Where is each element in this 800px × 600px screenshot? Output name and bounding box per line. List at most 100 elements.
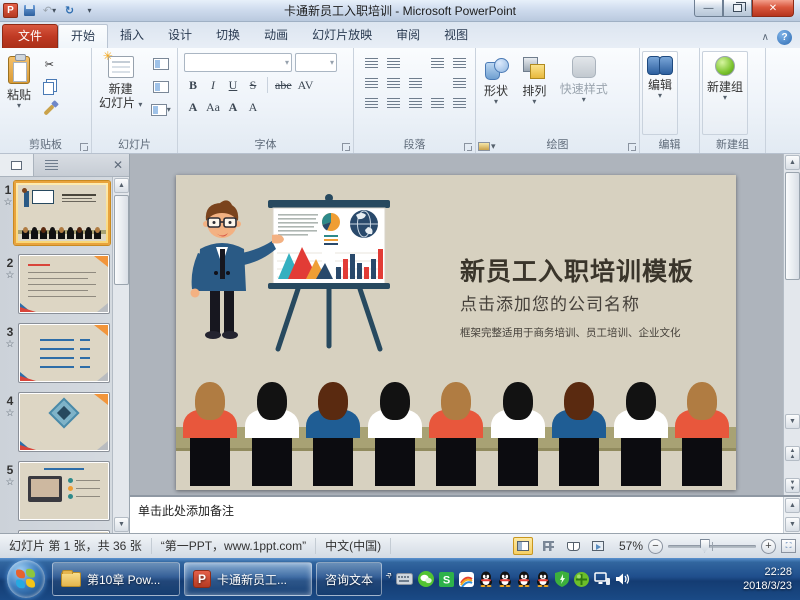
tray-qq-icon[interactable] [517,571,531,587]
notes-scroll-up-icon[interactable]: ▲ [785,498,800,513]
next-slide-button[interactable]: ▼▼ [785,478,800,493]
view-reading-button[interactable] [563,537,583,555]
reset-button[interactable] [151,78,171,96]
new-slide-button[interactable]: 新建 幻灯片 ▾ [94,51,147,135]
font-button-i-1[interactable]: I [204,76,222,94]
tab-幻灯片放映[interactable]: 幻灯片放映 [300,24,384,48]
tray-keyboard-icon[interactable] [396,573,413,585]
taskbar-button-2[interactable]: P卡通新员工... [184,562,312,596]
slide-thumbnail-1[interactable]: 1☆ [2,181,110,245]
help-icon[interactable]: ? [777,30,792,45]
tab-动画[interactable]: 动画 [252,24,300,48]
tray-qq-icon[interactable] [498,571,512,587]
quick-styles-button[interactable]: 快速样式▾ [555,51,613,135]
scroll-down-icon[interactable]: ▼ [114,517,129,532]
fit-to-window-button[interactable]: ⛶ [781,539,796,553]
tab-审阅[interactable]: 审阅 [384,24,432,48]
slide-thumbnail-4[interactable]: 4☆ [2,392,110,452]
tray-qq-icon[interactable] [479,571,493,587]
zoom-slider-thumb[interactable] [700,539,710,553]
slide-thumbnail-3[interactable]: 3☆ [2,323,110,383]
editor-scrollbar-thumb[interactable] [785,172,800,280]
cut-button[interactable]: ✂ [39,55,59,73]
tab-切换[interactable]: 切换 [204,24,252,48]
numbering-button[interactable] [383,54,403,72]
notes-scrollbar[interactable]: ▲ ▼ [783,497,800,533]
align-left-button[interactable] [361,94,381,112]
editing-button[interactable]: 编辑▾ [642,51,678,135]
font-button-a-0[interactable]: A [184,98,202,116]
paragraph-dialog-launcher[interactable] [464,143,472,151]
zoom-slider[interactable] [668,545,756,548]
font-button-b-0[interactable]: B [184,76,202,94]
editor-scroll-down-icon[interactable]: ▼ [785,414,800,429]
restore-button[interactable] [723,0,752,17]
tray-speaker-icon[interactable] [615,572,630,586]
close-button[interactable]: ✕ [752,0,794,17]
font-button-a-3[interactable]: A [244,98,262,116]
paste-button[interactable]: 粘贴▾ [2,51,36,135]
slide-title-block[interactable]: 新员工入职培训模板 点击添加您的公司名称 框架完整适用于商务培训、员工培训、企业… [460,257,726,340]
view-sorter-button[interactable] [538,537,558,555]
slide-canvas[interactable]: 新员工入职培训模板 点击添加您的公司名称 框架完整适用于商务培训、员工培训、企业… [130,154,800,495]
scrollbar-thumb[interactable] [114,195,129,285]
arrange-button[interactable]: 排列▾ [517,51,551,135]
start-button[interactable] [7,560,45,598]
slide-thumbnail-2[interactable]: 2☆ [2,254,110,314]
format-painter-button[interactable] [39,101,59,119]
minimize-button[interactable]: — [694,0,723,17]
slide-thumbnail-5[interactable]: 5☆ [2,461,110,521]
customize-qat-button[interactable]: ▾ [81,3,98,19]
tab-插入[interactable]: 插入 [108,24,156,48]
taskbar-clock[interactable]: 22:28 2018/3/23 [743,565,800,593]
taskbar-button-1[interactable]: 第10章 Pow... [52,562,180,596]
tab-视图[interactable]: 视图 [432,24,480,48]
close-panel-icon[interactable]: ✕ [113,158,123,172]
zoom-percentage[interactable]: 57% [613,539,643,553]
thumbnails-scrollbar[interactable]: ▲ ▼ [112,177,129,533]
font-dialog-launcher[interactable] [342,143,350,151]
tab-设计[interactable]: 设计 [156,24,204,48]
font-button-a-2[interactable]: A [224,98,242,116]
tray-network-icon[interactable] [594,572,610,586]
collapse-ribbon-icon[interactable]: ∧ [762,32,769,43]
tab-file[interactable]: 文件 [2,24,58,48]
layout-button[interactable] [151,55,171,73]
align-text-button[interactable] [449,74,469,92]
save-button[interactable] [21,3,38,19]
decrease-indent-button[interactable] [361,74,381,92]
increase-indent-button[interactable] [383,74,403,92]
taskbar-button-3[interactable]: 咨询文本 [316,562,382,596]
justify-button[interactable] [427,94,447,112]
undo-button[interactable]: ↶▾ [41,3,58,19]
tray-shield-icon[interactable] [555,571,569,587]
status-language[interactable]: 中文(中国) [316,538,391,554]
font-button-aa-1[interactable]: Aa [204,98,222,116]
bullets-button[interactable] [361,54,381,72]
redo-button[interactable]: ↻ [61,3,78,19]
clipboard-dialog-launcher[interactable] [80,143,88,151]
editor-scrollbar[interactable]: ▲ ▼ ▲▲ ▼▼ [783,154,800,495]
columns-button[interactable] [405,74,425,92]
view-normal-button[interactable] [513,537,533,555]
new-group-button[interactable]: 新建组▾ [702,51,748,135]
tray-wechat-icon[interactable] [418,571,434,587]
zoom-out-button[interactable]: − [648,539,663,554]
font-button-av-5[interactable]: AV [296,76,316,94]
distribute-button[interactable] [449,94,469,112]
copy-button[interactable] [39,78,59,96]
tab-slides-thumbnails[interactable] [0,154,34,176]
section-button[interactable]: ▾ [151,101,171,119]
align-center-button[interactable] [383,94,403,112]
tray-sogou-icon[interactable]: S [439,572,454,587]
editor-scroll-up-icon[interactable]: ▲ [785,155,800,170]
tab-开始[interactable]: 开始 [58,24,108,48]
slide-1-editor[interactable]: 新员工入职培训模板 点击添加您的公司名称 框架完整适用于商务培训、员工培训、企业… [176,175,736,490]
zoom-in-button[interactable]: + [761,539,776,554]
previous-slide-button[interactable]: ▲▲ [785,446,800,461]
font-button-s-3[interactable]: S [244,76,262,94]
shapes-button[interactable]: 形状▾ [478,51,514,135]
notes-scroll-down-icon[interactable]: ▼ [785,517,800,532]
font-button-abe-4[interactable]: abe [273,76,294,94]
align-right-button[interactable] [405,94,425,112]
